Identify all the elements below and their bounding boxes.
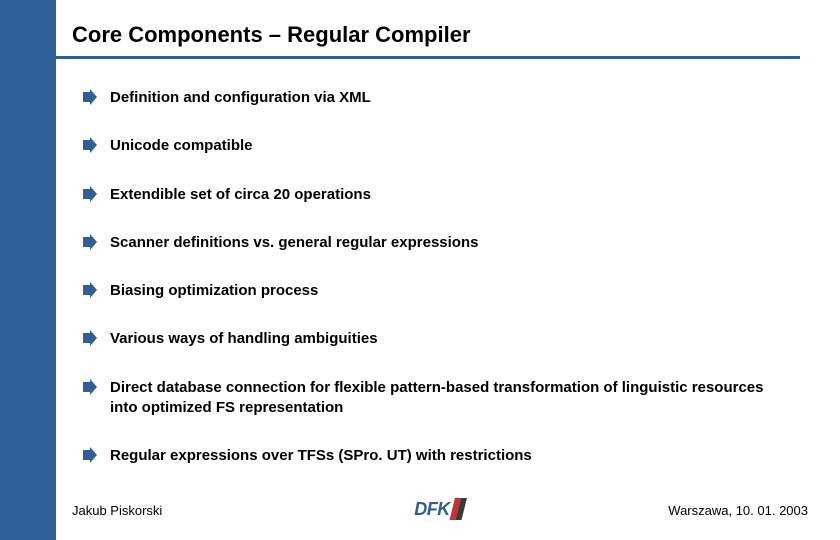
bullet-text: Extendible set of circa 20 operations — [110, 185, 371, 205]
bullet-text: Definition and configuration via XML — [110, 88, 371, 108]
arrow-right-icon — [82, 186, 98, 202]
slide-title: Core Components – Regular Compiler — [72, 22, 471, 48]
title-rule — [0, 56, 800, 59]
arrow-right-icon — [82, 447, 98, 463]
logo-mark-icon — [452, 498, 466, 520]
slide: Core Components – Regular Compiler Defin… — [0, 0, 840, 540]
bullet-text: Unicode compatible — [110, 136, 253, 156]
location-date: Warszawa, 10. 01. 2003 — [668, 503, 808, 518]
list-item: Direct database connection for flexible … — [82, 378, 782, 419]
list-item: Scanner definitions vs. general regular … — [82, 233, 782, 253]
bullet-text: Direct database connection for flexible … — [110, 378, 782, 419]
list-item: Various ways of handling ambiguities — [82, 329, 782, 349]
bullet-text: Various ways of handling ambiguities — [110, 329, 378, 349]
left-sidebar — [0, 0, 56, 540]
list-item: Regular expressions over TFSs (SPro. UT)… — [82, 446, 782, 466]
arrow-right-icon — [82, 282, 98, 298]
arrow-right-icon — [82, 234, 98, 250]
bullet-text: Regular expressions over TFSs (SPro. UT)… — [110, 446, 532, 466]
arrow-right-icon — [82, 137, 98, 153]
dfki-logo: DFK — [414, 498, 466, 520]
list-item: Definition and configuration via XML — [82, 88, 782, 108]
list-item: Biasing optimization process — [82, 281, 782, 301]
logo-text: DFK — [414, 499, 450, 520]
author-name: Jakub Piskorski — [72, 503, 162, 518]
bullet-text: Biasing optimization process — [110, 281, 318, 301]
footer: Jakub Piskorski DFK Warszawa, 10. 01. 20… — [72, 494, 808, 518]
bullet-text: Scanner definitions vs. general regular … — [110, 233, 478, 253]
bullet-list: Definition and configuration via XML Uni… — [82, 88, 782, 494]
list-item: Extendible set of circa 20 operations — [82, 185, 782, 205]
list-item: Unicode compatible — [82, 136, 782, 156]
arrow-right-icon — [82, 379, 98, 395]
arrow-right-icon — [82, 330, 98, 346]
arrow-right-icon — [82, 89, 98, 105]
